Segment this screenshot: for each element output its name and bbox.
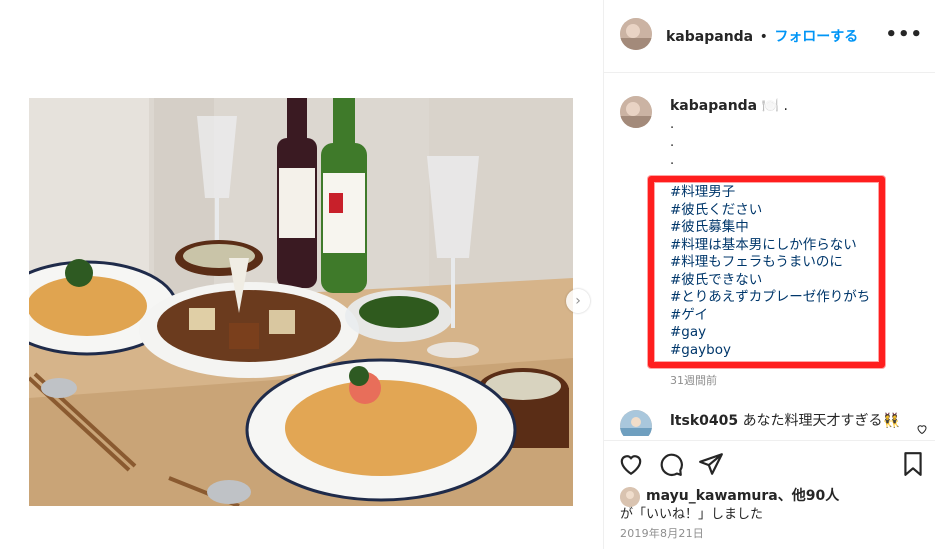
comment-username[interactable]: ltsk0405	[670, 413, 738, 429]
caption-username[interactable]: kabapanda	[670, 98, 757, 114]
hashtag-link[interactable]: #gay	[670, 324, 870, 342]
post-date[interactable]: 2019年8月21日	[620, 525, 704, 541]
hashtag-link[interactable]: #料理もフェラもうまいのに	[670, 254, 870, 272]
small-heart-icon[interactable]	[916, 420, 928, 436]
caption-avatar[interactable]	[620, 96, 652, 128]
post-header: kabapanda • フォローする •••	[604, 0, 935, 73]
more-options-button[interactable]: •••	[885, 24, 923, 45]
likes-count[interactable]: 、他90人	[778, 488, 839, 504]
hashtag-link[interactable]: #gayboy	[670, 342, 870, 360]
follow-button[interactable]: フォローする	[774, 29, 858, 45]
hashtag-link[interactable]: #とりあえずカプレーゼ作りがち	[670, 289, 870, 307]
next-image-button[interactable]: ›	[566, 289, 590, 313]
chevron-right-icon: ›	[575, 293, 581, 309]
caption-time[interactable]: 31週間前	[670, 372, 717, 388]
caption-trailing-dot: .	[783, 98, 788, 114]
action-bar: mayu_kawamura、他90人 が「いいね！」しました 2019年8月21…	[604, 440, 935, 551]
hashtag-link[interactable]: #彼氏ください	[670, 202, 870, 220]
bookmark-icon[interactable]	[900, 451, 926, 477]
media-pane: ›	[0, 0, 603, 549]
hashtag-link[interactable]: #彼氏できない	[670, 272, 870, 290]
comment-row: ltsk0405 あなた料理天才すぎる👯	[620, 410, 930, 436]
likes-line2: が「いいね！」しました	[620, 507, 764, 522]
hashtag-list: #料理男子 #彼氏ください #彼氏募集中 #料理は基本男にしか作らない #料理も…	[670, 184, 870, 359]
hashtag-link[interactable]: #ゲイ	[670, 307, 870, 325]
comment-avatar[interactable]	[620, 410, 652, 436]
caption-dot: .	[670, 153, 675, 168]
heart-icon[interactable]	[618, 451, 644, 477]
hashtag-link[interactable]: #料理男子	[670, 184, 870, 202]
comment-icon[interactable]	[658, 451, 684, 477]
hashtag-link[interactable]: #彼氏募集中	[670, 219, 870, 237]
caption-dot: .	[670, 135, 675, 150]
comment-text: あなた料理天才すぎる👯	[742, 413, 900, 429]
post-photo[interactable]	[29, 98, 573, 506]
header-separator: •	[759, 29, 768, 45]
share-icon[interactable]	[698, 451, 724, 477]
caption-dot: .	[670, 117, 675, 132]
caption-emoji: 🍽️	[761, 98, 780, 114]
hashtag-link[interactable]: #料理は基本男にしか作らない	[670, 237, 870, 255]
food-photo-image	[29, 98, 573, 506]
header-username[interactable]: kabapanda	[666, 29, 753, 45]
liker-username[interactable]: mayu_kawamura	[646, 488, 778, 504]
avatar[interactable]	[620, 18, 652, 50]
